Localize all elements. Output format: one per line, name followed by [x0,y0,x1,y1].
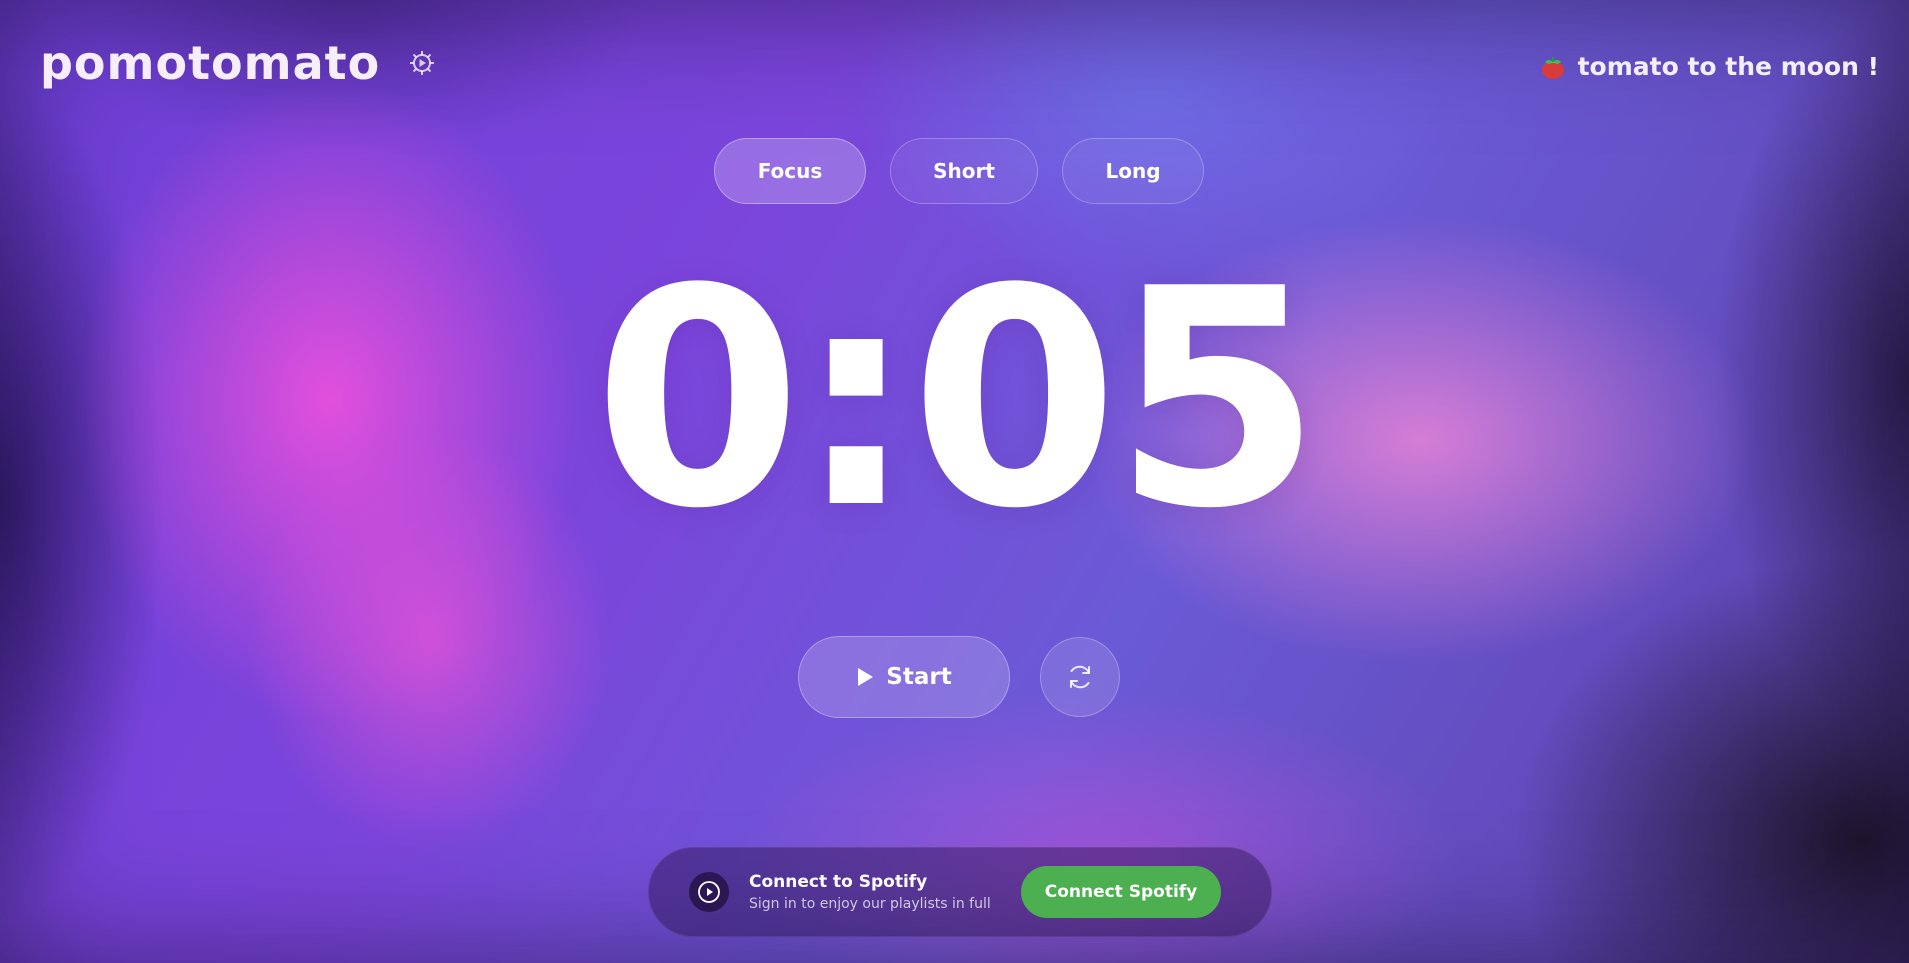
play-icon [856,667,874,687]
timer-display: 0:05 [593,225,1321,574]
tagline: tomato to the moon ! [1540,52,1879,81]
play-circle-icon [697,880,721,904]
tab-short[interactable]: Short [890,138,1038,204]
start-label: Start [886,664,952,690]
spotify-text: Connect to Spotify Sign in to enjoy our … [749,872,1009,912]
start-button[interactable]: Start [798,636,1010,718]
tab-focus[interactable]: Focus [714,138,866,204]
spotify-subtitle: Sign in to enjoy our playlists in full [749,896,991,912]
tomato-icon [1540,54,1566,80]
mode-tabs: Focus Short Long [714,138,1204,204]
connect-spotify-button[interactable]: Connect Spotify [1021,866,1221,918]
refresh-icon [1065,662,1095,692]
app-header: pomotomato [40,40,436,86]
timer-controls: Start [798,636,1120,718]
tab-long[interactable]: Long [1062,138,1204,204]
app-logo: pomotomato [40,36,381,90]
reset-button[interactable] [1040,637,1120,717]
spotify-connect-bar: Connect to Spotify Sign in to enjoy our … [648,847,1272,937]
spotify-title: Connect to Spotify [749,872,928,892]
gear-icon[interactable] [408,49,436,77]
spotify-icon-container [689,872,729,912]
tagline-text: tomato to the moon ! [1577,52,1879,81]
